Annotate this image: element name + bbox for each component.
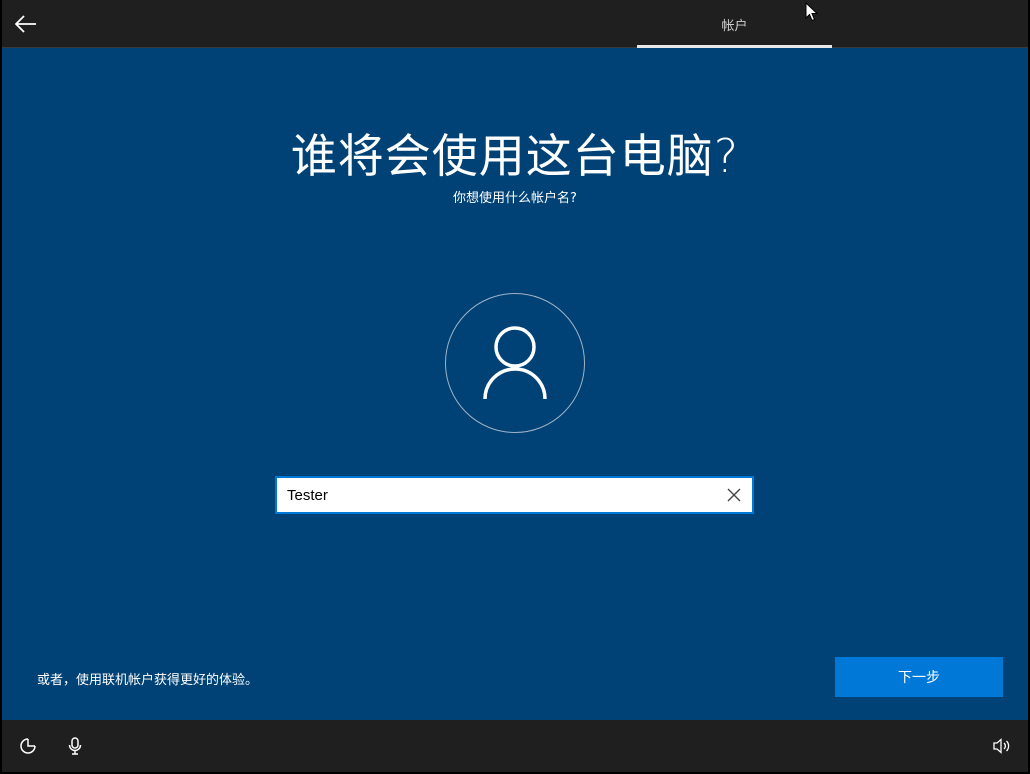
back-button[interactable] [12, 10, 40, 38]
page-subtitle: 你想使用什么帐户名? [453, 191, 577, 206]
microphone-icon [68, 737, 82, 755]
avatar [445, 293, 585, 433]
next-button[interactable]: 下一步 [835, 657, 1003, 697]
accessibility-icon [20, 738, 36, 754]
main-panel: 谁将会使用这台电脑? 你想使用什么帐户名? 或者，使用联机帐户获得更好的体验。 … [2, 48, 1028, 720]
volume-button[interactable] [990, 734, 1014, 758]
volume-icon [993, 738, 1010, 754]
username-field-container [275, 476, 754, 514]
bottom-bar [2, 720, 1028, 772]
clear-button[interactable] [724, 485, 744, 505]
username-input[interactable] [277, 478, 717, 512]
microphone-button[interactable] [63, 734, 87, 758]
page-title: 谁将会使用这台电脑? [290, 129, 740, 183]
setup-window: 帐户 谁将会使用这台电脑? 你想使用什么帐户名? 或者，使用联机帐户获得更好的体… [2, 0, 1028, 772]
accessibility-button[interactable] [16, 734, 40, 758]
online-account-link[interactable]: 或者，使用联机帐户获得更好的体验。 [37, 669, 258, 688]
tab-account: 帐户 [721, 18, 748, 34]
user-icon [483, 326, 547, 400]
back-arrow-icon [15, 15, 36, 33]
top-bar: 帐户 [2, 0, 1028, 48]
mouse-pointer-icon [805, 2, 819, 22]
clear-x-icon [727, 488, 741, 502]
